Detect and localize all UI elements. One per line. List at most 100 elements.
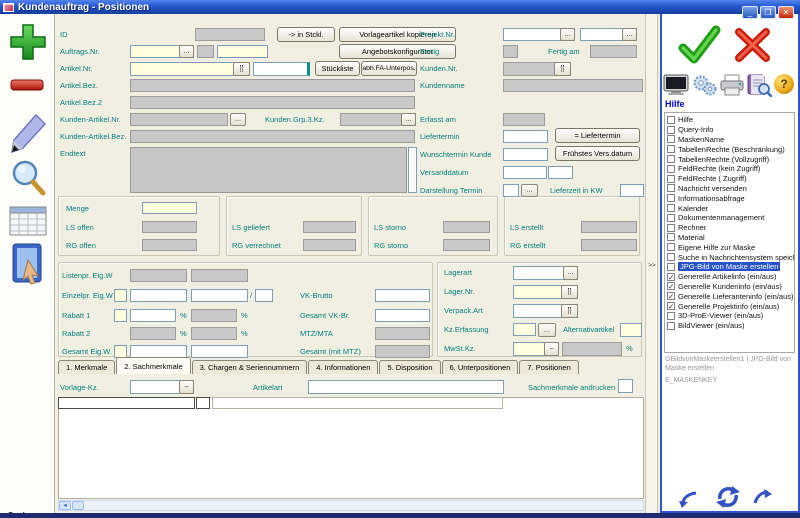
- abh-fa-unterpos-button[interactable]: abh.FA-Unterpos.: [361, 61, 417, 76]
- wunschtermin-kunde-input[interactable]: [503, 148, 548, 161]
- picker-screen-icon[interactable]: [8, 242, 48, 291]
- help-option[interactable]: Generelle Projektinfo (ein/aus): [667, 301, 794, 311]
- help-option[interactable]: Material: [667, 233, 794, 243]
- add-record-icon[interactable]: [8, 22, 48, 67]
- tab[interactable]: 1. Merkmale: [58, 360, 115, 374]
- auftrags-nr-input[interactable]: …: [130, 45, 194, 58]
- grid-header-cell[interactable]: [58, 397, 195, 409]
- artikel-nr-suffix-input[interactable]: [253, 62, 310, 76]
- mwst-kz-input[interactable]: –: [513, 342, 559, 356]
- tab[interactable]: 3. Chargen & Seriennummern: [192, 360, 308, 374]
- einzelpr-einheit-input[interactable]: [255, 289, 273, 302]
- help-icon[interactable]: ?: [774, 74, 794, 94]
- tab[interactable]: 5. Disposition: [379, 360, 440, 374]
- vorlage-kz-input[interactable]: –: [130, 380, 194, 394]
- help-option[interactable]: Rechner: [667, 223, 794, 233]
- lieferzeit-kw-input[interactable]: [620, 184, 644, 197]
- gleich-liefertermin-button[interactable]: = Liefertermin: [555, 128, 640, 143]
- dropdown-minus-button[interactable]: –: [179, 380, 194, 394]
- einzelpr-field2[interactable]: [191, 289, 248, 302]
- settings-gears-icon[interactable]: [692, 73, 718, 102]
- help-option[interactable]: 3D-ProE-Viewer (ein/aus): [667, 311, 794, 321]
- sachmerkmale-grid[interactable]: [58, 397, 644, 499]
- print-icon[interactable]: [719, 74, 745, 101]
- checkbox-icon[interactable]: [667, 135, 675, 143]
- help-option[interactable]: Nachricht versenden: [667, 184, 794, 194]
- ellipsis-button[interactable]: …: [521, 184, 538, 197]
- tab[interactable]: 7. Positionen: [519, 360, 578, 374]
- vk-brutto-input[interactable]: [375, 289, 430, 302]
- expand-panel-button[interactable]: >>: [646, 262, 658, 269]
- help-option[interactable]: Kalender: [667, 203, 794, 213]
- scrollbar-thumb[interactable]: [72, 501, 84, 510]
- help-option[interactable]: MaskenName: [667, 135, 794, 145]
- maximize-button[interactable]: ❐: [760, 6, 776, 19]
- ellipsis-button[interactable]: …: [538, 323, 556, 337]
- checkbox-icon[interactable]: [667, 243, 675, 251]
- endtext-textarea[interactable]: [130, 147, 407, 193]
- arrow-forward-icon[interactable]: [753, 488, 773, 511]
- ellipsis-button[interactable]: …: [560, 28, 575, 41]
- checkbox-icon[interactable]: [667, 233, 675, 241]
- checkbox-icon[interactable]: [667, 263, 675, 271]
- ellipsis-button[interactable]: …: [622, 28, 637, 41]
- einzelpr-field1[interactable]: [130, 289, 187, 302]
- artikel-nr-input[interactable]: ⣿: [130, 62, 250, 76]
- delete-record-icon[interactable]: [9, 76, 45, 99]
- document-search-icon[interactable]: [746, 73, 772, 102]
- edit-pencil-icon[interactable]: [8, 112, 48, 161]
- endtext-scrollbar[interactable]: [408, 147, 417, 193]
- checkbox-icon[interactable]: [667, 184, 675, 192]
- help-option[interactable]: Hilfe: [667, 115, 794, 125]
- help-option[interactable]: Eigene Hilfe zur Maske: [667, 242, 794, 252]
- lager-nr-input[interactable]: ⣿: [513, 285, 578, 299]
- sachmerkmale-andrucken-checkbox[interactable]: [618, 379, 633, 393]
- checkbox-icon[interactable]: [667, 302, 675, 310]
- help-option[interactable]: BildViewer (ein/aus): [667, 321, 794, 331]
- stueckliste-button[interactable]: Stückliste: [315, 61, 360, 76]
- kz-erfassung-input[interactable]: [513, 323, 536, 336]
- projekt-nr-input[interactable]: …: [503, 28, 575, 41]
- horizontal-scrollbar[interactable]: ◄: [58, 500, 644, 511]
- confirm-check-icon[interactable]: [676, 24, 722, 71]
- in-stueckliste-button[interactable]: -> in Stckl.: [277, 27, 335, 42]
- grid-lookup-button[interactable]: ⣿: [561, 304, 578, 318]
- arrow-back-icon[interactable]: [678, 490, 698, 513]
- checkbox-icon[interactable]: [667, 155, 675, 163]
- tab[interactable]: 4. Informationen: [308, 360, 378, 374]
- checkbox-icon[interactable]: [667, 214, 675, 222]
- monitor-icon[interactable]: [663, 74, 689, 101]
- checkbox-icon[interactable]: [667, 175, 675, 183]
- help-option[interactable]: TabellenRechte (Vollzugriff): [667, 154, 794, 164]
- help-option[interactable]: Generelle Artikelinfo (ein/aus): [667, 272, 794, 282]
- rabatt1-kz-input[interactable]: [114, 309, 127, 322]
- cancel-cross-icon[interactable]: [731, 25, 773, 70]
- search-icon[interactable]: [8, 158, 48, 207]
- grid-header-cell[interactable]: [196, 397, 210, 409]
- rabatt1-input[interactable]: [130, 309, 176, 322]
- grid-header-cell[interactable]: [212, 397, 503, 409]
- checkbox-icon[interactable]: [667, 126, 675, 134]
- help-option[interactable]: Generelle Lieferanteninfo (ein/aus): [667, 291, 794, 301]
- dropdown-minus-button[interactable]: –: [544, 342, 559, 356]
- checkbox-icon[interactable]: [667, 312, 675, 320]
- checkbox-icon[interactable]: [667, 194, 675, 202]
- artikelart-input[interactable]: [308, 380, 504, 394]
- checkbox-icon[interactable]: [667, 253, 675, 261]
- checkbox-icon[interactable]: [667, 273, 675, 281]
- versanddatum-input[interactable]: [503, 166, 547, 179]
- liefertermin-input[interactable]: [503, 130, 548, 143]
- grid-lookup-button[interactable]: ⣿: [233, 62, 250, 76]
- help-option[interactable]: FeldRechte ( Zugriff): [667, 174, 794, 184]
- checkbox-icon[interactable]: [667, 145, 675, 153]
- ellipsis-button[interactable]: …: [230, 113, 246, 126]
- darstellung-termin-input[interactable]: [503, 184, 519, 197]
- ellipsis-button[interactable]: …: [179, 45, 194, 58]
- lagerart-input[interactable]: …: [513, 266, 578, 280]
- checkbox-icon[interactable]: [667, 116, 675, 124]
- checkbox-icon[interactable]: [667, 224, 675, 232]
- scroll-left-button[interactable]: ◄: [59, 501, 71, 510]
- auftrags-nr2-input[interactable]: [217, 45, 268, 58]
- checkbox-icon[interactable]: [667, 204, 675, 212]
- tab[interactable]: 2. Sachmerkmale: [116, 357, 190, 374]
